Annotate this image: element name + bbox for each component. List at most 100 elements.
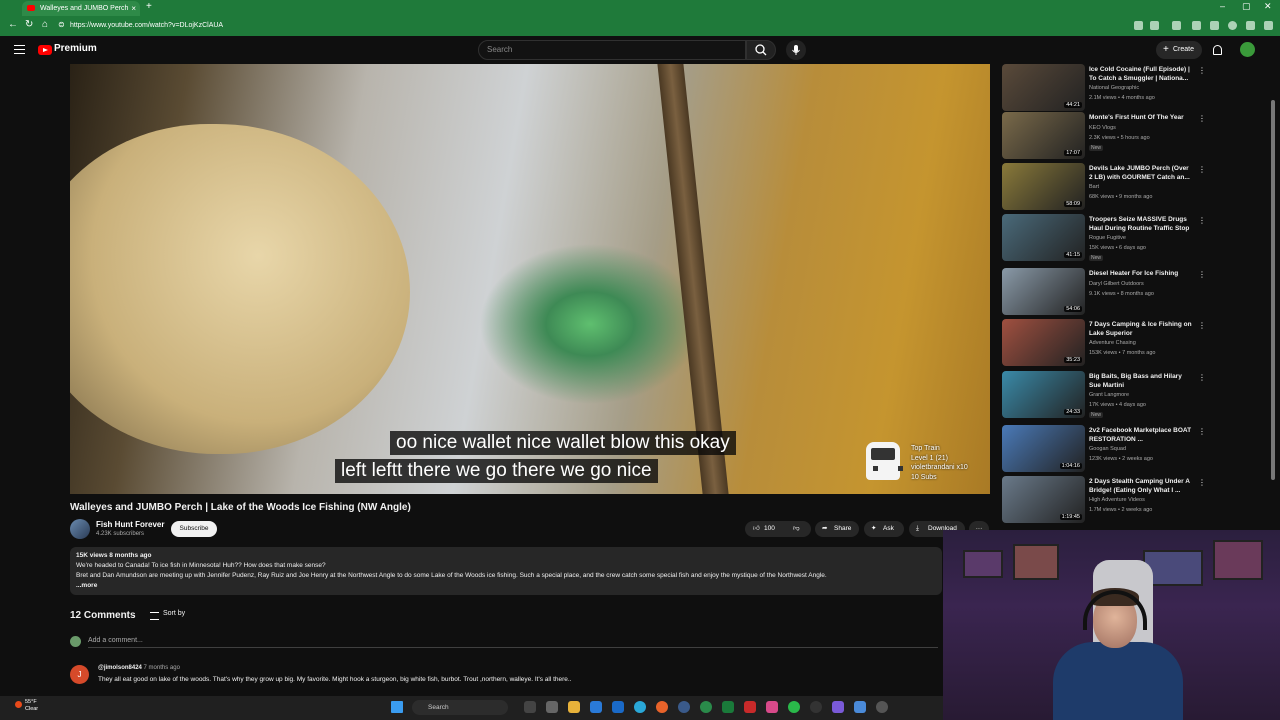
related-video-item[interactable]: 24:33 Big Baits, Big Bass and Hilary Sue … xyxy=(1002,371,1206,419)
brand-label[interactable]: Premium xyxy=(54,43,97,54)
video-thumbnail[interactable]: 35:23 xyxy=(1002,319,1085,366)
video-thumbnail[interactable]: 54:06 xyxy=(1002,268,1085,315)
related-video-channel[interactable]: Googan Squad xyxy=(1089,446,1126,452)
add-comment-input[interactable]: Add a comment... xyxy=(88,637,938,648)
related-video-item[interactable]: 1:19:45 2 Days Stealth Camping Under A Br… xyxy=(1002,476,1206,524)
description-box[interactable]: 15K views 8 months ago We're headed to C… xyxy=(70,547,942,595)
notepad-icon[interactable] xyxy=(854,701,866,713)
kebab-menu-icon[interactable]: ⋮ xyxy=(1198,216,1206,225)
related-video-channel[interactable]: KEO Vlogs xyxy=(1089,125,1116,131)
weather-widget[interactable]: 55°F Clear xyxy=(14,699,38,713)
related-video-title[interactable]: Ice Cold Cocaine (Full Episode) | To Cat… xyxy=(1089,66,1194,83)
browser-tab[interactable]: Walleyes and JUMBO Perch × xyxy=(22,1,140,16)
related-video-title[interactable]: Monte's First Hunt Of The Year xyxy=(1089,114,1194,123)
bookmark-icon[interactable] xyxy=(1150,21,1159,30)
firefox-icon[interactable] xyxy=(656,701,668,713)
related-video-item[interactable]: 35:23 7 Days Camping & Ice Fishing on Lak… xyxy=(1002,319,1206,367)
minimize-icon[interactable]: – xyxy=(1220,1,1225,11)
video-thumbnail[interactable]: 24:33 xyxy=(1002,371,1085,418)
close-window-icon[interactable]: ✕ xyxy=(1264,1,1272,12)
ask-button[interactable]: ✦ Ask xyxy=(864,521,904,537)
video-thumbnail[interactable]: 44:21 xyxy=(1002,64,1085,111)
related-video-item[interactable]: 54:06 Diesel Heater For Ice Fishing Daryl … xyxy=(1002,268,1206,316)
voice-search-button[interactable] xyxy=(786,40,806,60)
file-explorer-icon[interactable] xyxy=(568,701,580,713)
related-video-title[interactable]: Troopers Seize MASSIVE Drugs Haul During… xyxy=(1089,216,1194,233)
extension-icon[interactable] xyxy=(1172,21,1181,30)
related-video-channel[interactable]: High Adventure Videos xyxy=(1089,497,1145,503)
extension-icon[interactable] xyxy=(1210,21,1219,30)
search-input[interactable]: Search xyxy=(478,40,746,60)
related-video-item[interactable]: 58:09 Devils Lake JUMBO Perch (Over 2 LB)… xyxy=(1002,163,1206,211)
related-video-title[interactable]: 7 Days Camping & Ice Fishing on Lake Sup… xyxy=(1089,321,1194,338)
related-video-channel[interactable]: Grant Langmore xyxy=(1089,392,1129,398)
related-video-item[interactable]: 41:15 Troopers Seize MASSIVE Drugs Haul D… xyxy=(1002,214,1206,262)
show-more-link[interactable]: ...more xyxy=(76,581,936,591)
channel-name[interactable]: Fish Hunt Forever xyxy=(96,520,164,529)
edge-icon[interactable] xyxy=(634,701,646,713)
reload-icon[interactable]: ↻ xyxy=(25,19,33,30)
kebab-menu-icon[interactable]: ⋮ xyxy=(1198,165,1206,174)
related-video-channel[interactable]: Daryl Gilbert Outdoors xyxy=(1089,281,1144,287)
related-video-item[interactable]: 1:04:16 2v2 Facebook Marketplace BOAT RES… xyxy=(1002,425,1206,473)
excel-icon[interactable] xyxy=(722,701,734,713)
browser-menu-icon[interactable] xyxy=(1246,21,1255,30)
taskbar-search[interactable]: Search xyxy=(412,700,508,715)
video-thumbnail[interactable]: 17:07 xyxy=(1002,112,1085,159)
tab-close-icon[interactable]: × xyxy=(131,1,136,16)
video-player[interactable]: oo nice wallet nice wallet blow this oka… xyxy=(70,64,990,494)
url-field[interactable]: https://www.youtube.com/watch?v=DLojKzCl… xyxy=(70,18,1120,33)
copilot-icon[interactable] xyxy=(1264,21,1273,30)
kebab-menu-icon[interactable]: ⋮ xyxy=(1198,270,1206,279)
related-video-title[interactable]: Devils Lake JUMBO Perch (Over 2 LB) with… xyxy=(1089,165,1194,182)
store-icon[interactable] xyxy=(590,701,602,713)
notifications-bell-icon[interactable] xyxy=(1213,45,1222,55)
account-avatar[interactable] xyxy=(1240,42,1255,57)
comment-username[interactable]: @jimolson8424 xyxy=(98,665,142,671)
windows-start-icon[interactable] xyxy=(391,701,403,713)
app-icon[interactable] xyxy=(678,701,690,713)
kebab-menu-icon[interactable]: ⋮ xyxy=(1198,321,1206,330)
app-icon[interactable] xyxy=(700,701,712,713)
app-icon[interactable] xyxy=(832,701,844,713)
app-icon[interactable] xyxy=(876,701,888,713)
scrollbar-thumb[interactable] xyxy=(1271,100,1275,480)
commenter-avatar[interactable]: J xyxy=(70,665,89,684)
kebab-menu-icon[interactable]: ⋮ xyxy=(1198,66,1206,75)
like-button[interactable]: 👍︎ 100 👎︎ xyxy=(745,521,811,537)
related-video-item[interactable]: 17:07 Monte's First Hunt Of The Year KEO V… xyxy=(1002,112,1206,160)
youtube-logo-icon[interactable] xyxy=(38,45,52,55)
obs-icon[interactable] xyxy=(810,701,822,713)
site-info-icon[interactable]: ⊜ xyxy=(58,20,65,29)
sort-by-button[interactable]: Sort by xyxy=(150,610,185,620)
home-icon[interactable]: ⌂ xyxy=(42,19,48,30)
widgets-icon[interactable] xyxy=(546,701,558,713)
related-video-channel[interactable]: Adventure Chasing xyxy=(1089,340,1136,346)
outlook-icon[interactable] xyxy=(612,701,624,713)
search-button[interactable] xyxy=(746,40,776,60)
kebab-menu-icon[interactable]: ⋮ xyxy=(1198,427,1206,436)
maps-icon[interactable] xyxy=(766,701,778,713)
back-icon[interactable]: ← xyxy=(8,19,18,30)
extension-icon[interactable] xyxy=(1192,21,1201,30)
video-thumbnail[interactable]: 1:04:16 xyxy=(1002,425,1085,472)
related-video-channel[interactable]: Bart xyxy=(1089,184,1099,190)
subscribe-button[interactable]: Subscribe xyxy=(171,521,217,537)
new-tab-icon[interactable]: + xyxy=(146,1,152,12)
create-button[interactable]: Create xyxy=(1156,41,1202,59)
share-button[interactable]: ➦ Share xyxy=(815,521,859,537)
app-icon[interactable] xyxy=(744,701,756,713)
video-thumbnail[interactable]: 41:15 xyxy=(1002,214,1085,261)
hamburger-menu-icon[interactable] xyxy=(14,45,25,54)
video-thumbnail[interactable]: 1:19:45 xyxy=(1002,476,1085,523)
thumbs-down-icon[interactable]: 👎︎ xyxy=(793,521,800,537)
related-video-channel[interactable]: National Geographic xyxy=(1089,85,1139,91)
extension-icon[interactable] xyxy=(1134,21,1143,30)
channel-avatar[interactable] xyxy=(70,519,90,539)
spotify-icon[interactable] xyxy=(788,701,800,713)
kebab-menu-icon[interactable]: ⋮ xyxy=(1198,114,1206,123)
related-video-title[interactable]: Big Baits, Big Bass and Hilary Sue Marti… xyxy=(1089,373,1194,390)
maximize-icon[interactable]: ▢ xyxy=(1242,1,1251,12)
video-thumbnail[interactable]: 58:09 xyxy=(1002,163,1085,210)
kebab-menu-icon[interactable]: ⋮ xyxy=(1198,478,1206,487)
